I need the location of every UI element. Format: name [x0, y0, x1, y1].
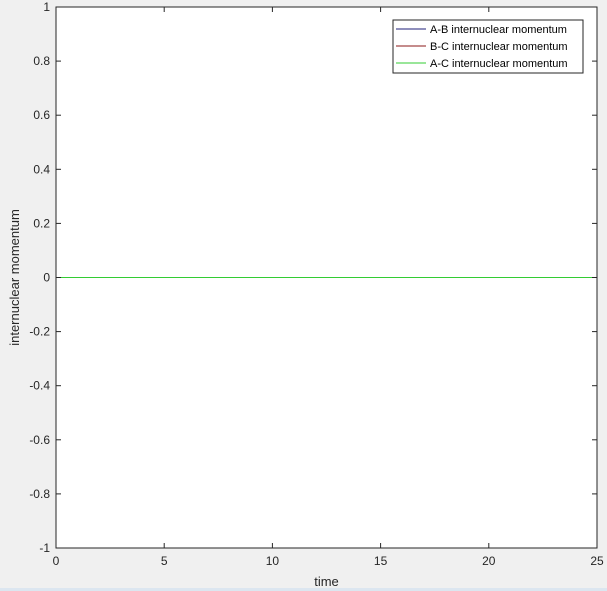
y-axis-label: internuclear momentum — [7, 209, 22, 346]
y-tick-label: -1 — [39, 541, 50, 555]
y-tick-label: -0.4 — [29, 379, 50, 393]
y-tick-label: 0.8 — [33, 54, 50, 68]
legend-label: B-C internuclear momentum — [430, 41, 568, 53]
x-tick-label: 20 — [482, 554, 496, 568]
legend-label: A-C internuclear momentum — [430, 58, 568, 70]
legend: A-B internuclear momentum B-C internuclea… — [392, 19, 584, 74]
x-tick-label: 25 — [590, 554, 604, 568]
x-tick-label: 10 — [266, 554, 280, 568]
x-tick-label: 5 — [161, 554, 168, 568]
y-tick-label: -0.8 — [29, 487, 50, 501]
legend-label: A-B internuclear momentum — [430, 24, 567, 36]
y-tick-label: -0.2 — [29, 325, 50, 339]
x-axis-label: time — [314, 574, 339, 589]
x-tick-label: 0 — [53, 554, 60, 568]
y-tick-label: -0.6 — [29, 433, 50, 447]
y-tick-label: 0.4 — [33, 162, 50, 176]
y-tick-label: 0.2 — [33, 216, 50, 230]
y-tick-label: 1 — [43, 0, 50, 14]
y-tick-label: 0 — [43, 271, 50, 285]
x-tick-label: 15 — [374, 554, 388, 568]
y-tick-label: 0.6 — [33, 108, 50, 122]
chart-figure: 0 5 10 15 20 25 -1 -0.8 -0.6 -0.4 -0.2 0 0.2 0.4 0.6 0.… — [0, 0, 607, 591]
